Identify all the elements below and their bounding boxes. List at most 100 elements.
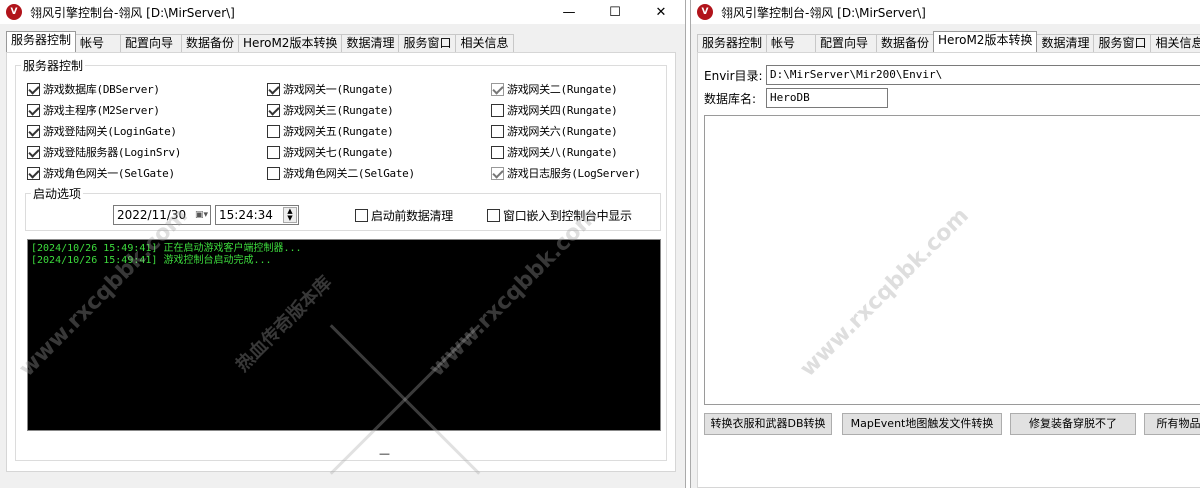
envir-dir-label: Envir目录: xyxy=(704,69,763,83)
checkbox-label: 游戏网关七(Rungate) xyxy=(283,146,394,159)
right-tab-bar: 服务器控制 帐号 配置向导 数据备份 HeroM2版本转换 数据清理 服务窗口 … xyxy=(697,31,1200,52)
checkbox-box[interactable] xyxy=(27,145,40,159)
server-control-panel: 服务器控制 游戏数据库(DBServer) 游戏网关一(Rungate) 游戏网关二… xyxy=(6,52,676,472)
component-checkbox[interactable]: 游戏网关六(Rungate) xyxy=(491,123,618,139)
checkbox-label: 游戏日志服务(LogServer) xyxy=(507,167,641,180)
checkbox-label: 游戏网关四(Rungate) xyxy=(507,104,618,117)
tab-server-control[interactable]: 服务器控制 xyxy=(697,34,768,52)
left-titlebar: V 翎风引擎控制台-翎风 [D:\MirServer\] — ☐ ✕ xyxy=(0,0,685,24)
log-console[interactable]: [2024/10/26 15:49:41] 正在启动游戏客户端控制器... [2… xyxy=(27,239,661,431)
checkbox-label: 游戏网关八(Rungate) xyxy=(507,146,618,159)
checkbox-box[interactable] xyxy=(27,166,40,180)
right-window-title: 翎风引擎控制台-翎风 [D:\MirServer\] xyxy=(721,5,926,20)
time-spinner-icon[interactable]: ▲ ▼ xyxy=(283,207,297,223)
checkbox-box[interactable] xyxy=(27,82,40,96)
herom2-convert-panel: Envir目录: D:\MirServer\Mir200\Envir\ 数据库名… xyxy=(697,52,1200,488)
component-checkbox[interactable]: 游戏主程序(M2Server) xyxy=(27,102,160,118)
tab-data-cleanup[interactable]: 数据清理 xyxy=(341,34,400,52)
component-checkbox[interactable]: 游戏登陆网关(LoginGate) xyxy=(27,123,177,139)
component-checkbox[interactable]: 游戏网关五(Rungate) xyxy=(267,123,394,139)
component-checkbox[interactable]: 游戏网关二(Rungate) xyxy=(491,81,618,97)
db-name-label: 数据库名: xyxy=(704,92,757,106)
fix-equipment-button[interactable]: 修复装备穿脱不了 xyxy=(1010,413,1136,435)
embed-window-box[interactable] xyxy=(487,208,500,222)
checkbox-label: 游戏数据库(DBServer) xyxy=(43,83,160,96)
db-name-input[interactable]: HeroDB xyxy=(766,88,888,108)
checkbox-label: 游戏网关三(Rungate) xyxy=(283,104,394,117)
checkbox-label: 游戏网关二(Rungate) xyxy=(507,83,618,96)
tab-account[interactable]: 帐号 xyxy=(75,34,122,52)
component-checkbox[interactable]: 游戏网关八(Rungate) xyxy=(491,144,618,160)
calendar-dropdown-icon[interactable]: ▣▾ xyxy=(195,206,208,224)
checkbox-label: 游戏登陆服务器(LoginSrv) xyxy=(43,146,182,159)
all-item-names-button[interactable]: 所有物品名 xyxy=(1144,413,1200,435)
start-time-field[interactable]: 15:24:34 ▲ ▼ xyxy=(215,205,299,225)
tab-data-backup[interactable]: 数据备份 xyxy=(876,34,935,52)
component-checkbox[interactable]: 游戏角色网关二(SelGate) xyxy=(267,165,415,181)
checkbox-label: 游戏网关六(Rungate) xyxy=(507,125,618,138)
clear-before-start-box[interactable] xyxy=(355,208,368,222)
component-checkbox[interactable]: 游戏日志服务(LogServer) xyxy=(491,165,641,181)
log-line: [2024/10/26 15:49:41] 游戏控制台启动完成... xyxy=(31,255,272,266)
component-checkbox[interactable]: 游戏网关一(Rungate) xyxy=(267,81,394,97)
close-button[interactable]: ✕ xyxy=(638,0,684,24)
log-line: [2024/10/26 15:49:41] 正在启动游戏客户端控制器... xyxy=(31,243,302,254)
checkbox-box[interactable] xyxy=(491,166,504,180)
checkbox-box[interactable] xyxy=(27,103,40,117)
checkbox-label: 游戏网关五(Rungate) xyxy=(283,125,394,138)
checkbox-box[interactable] xyxy=(491,103,504,117)
checkbox-box[interactable] xyxy=(267,82,280,96)
checkbox-box[interactable] xyxy=(491,145,504,159)
envir-dir-input[interactable]: D:\MirServer\Mir200\Envir\ xyxy=(766,65,1200,85)
checkbox-label: 游戏角色网关一(SelGate) xyxy=(43,167,175,180)
checkbox-box[interactable] xyxy=(267,124,280,138)
checkbox-box[interactable] xyxy=(491,82,504,96)
convert-clothes-weapons-db-button[interactable]: 转换衣服和武器DB转换 xyxy=(704,413,832,435)
left-window-title: 翎风引擎控制台-翎风 [D:\MirServer\] xyxy=(30,5,235,20)
checkbox-box[interactable] xyxy=(267,145,280,159)
tab-service-window[interactable]: 服务窗口 xyxy=(398,34,457,52)
tab-herom2-convert[interactable]: HeroM2版本转换 xyxy=(933,31,1038,52)
component-checkbox[interactable]: 游戏角色网关一(SelGate) xyxy=(27,165,175,181)
component-checkbox[interactable]: 游戏网关四(Rungate) xyxy=(491,102,618,118)
tab-data-cleanup[interactable]: 数据清理 xyxy=(1036,34,1095,52)
right-titlebar: V 翎风引擎控制台-翎风 [D:\MirServer\] xyxy=(691,0,1200,24)
maximize-button[interactable]: ☐ xyxy=(592,0,638,24)
left-tab-bar: 服务器控制 帐号 配置向导 数据备份 HeroM2版本转换 数据清理 服务窗口 … xyxy=(6,31,514,52)
embed-window-checkbox[interactable]: 窗口嵌入到控制台中显示 xyxy=(487,207,632,223)
clear-before-start-label: 启动前数据清理 xyxy=(371,208,453,223)
component-checkbox[interactable]: 游戏数据库(DBServer) xyxy=(27,81,160,97)
checkbox-label: 游戏角色网关二(SelGate) xyxy=(283,167,415,180)
tab-service-window[interactable]: 服务窗口 xyxy=(1093,34,1152,52)
tab-config-wizard[interactable]: 配置向导 xyxy=(815,34,878,52)
checkbox-box[interactable] xyxy=(267,103,280,117)
tab-herom2-convert[interactable]: HeroM2版本转换 xyxy=(238,34,343,52)
start-time-value: 15:24:34 xyxy=(219,208,273,222)
tab-config-wizard[interactable]: 配置向导 xyxy=(120,34,183,52)
component-checkbox[interactable]: 游戏登陆服务器(LoginSrv) xyxy=(27,144,181,160)
checkbox-box[interactable] xyxy=(27,124,40,138)
tab-account[interactable]: 帐号 xyxy=(766,34,817,52)
component-checkbox[interactable]: 游戏网关三(Rungate) xyxy=(267,102,394,118)
start-date-picker[interactable]: 2022/11/30 ▣▾ xyxy=(113,205,211,225)
tab-related-info[interactable]: 相关信息 xyxy=(455,34,514,52)
left-window: V 翎风引擎控制台-翎风 [D:\MirServer\] — ☐ ✕ 服务器控制… xyxy=(0,0,686,488)
start-date-value: 2022/11/30 xyxy=(117,208,187,222)
tab-related-info[interactable]: 相关信息 xyxy=(1150,34,1200,52)
checkbox-box[interactable] xyxy=(267,166,280,180)
convert-mapevent-button[interactable]: MapEvent地图触发文件转换 xyxy=(842,413,1002,435)
clear-before-start-checkbox[interactable]: 启动前数据清理 xyxy=(355,207,453,223)
server-control-group-title: 服务器控制 xyxy=(21,57,86,74)
checkbox-box[interactable] xyxy=(491,124,504,138)
checkbox-label: 游戏网关一(Rungate) xyxy=(283,83,394,96)
startup-options-title: 启动选项 xyxy=(31,185,84,202)
checkbox-label: 游戏主程序(M2Server) xyxy=(43,104,160,117)
app-logo-icon: V xyxy=(6,4,22,20)
status-footer-mark: — xyxy=(379,447,390,460)
tab-data-backup[interactable]: 数据备份 xyxy=(181,34,240,52)
output-memo[interactable] xyxy=(704,115,1200,405)
right-window: V 翎风引擎控制台-翎风 [D:\MirServer\] 服务器控制 帐号 配置… xyxy=(690,0,1200,488)
minimize-button[interactable]: — xyxy=(546,0,592,24)
component-checkbox[interactable]: 游戏网关七(Rungate) xyxy=(267,144,394,160)
tab-server-control[interactable]: 服务器控制 xyxy=(6,31,77,52)
